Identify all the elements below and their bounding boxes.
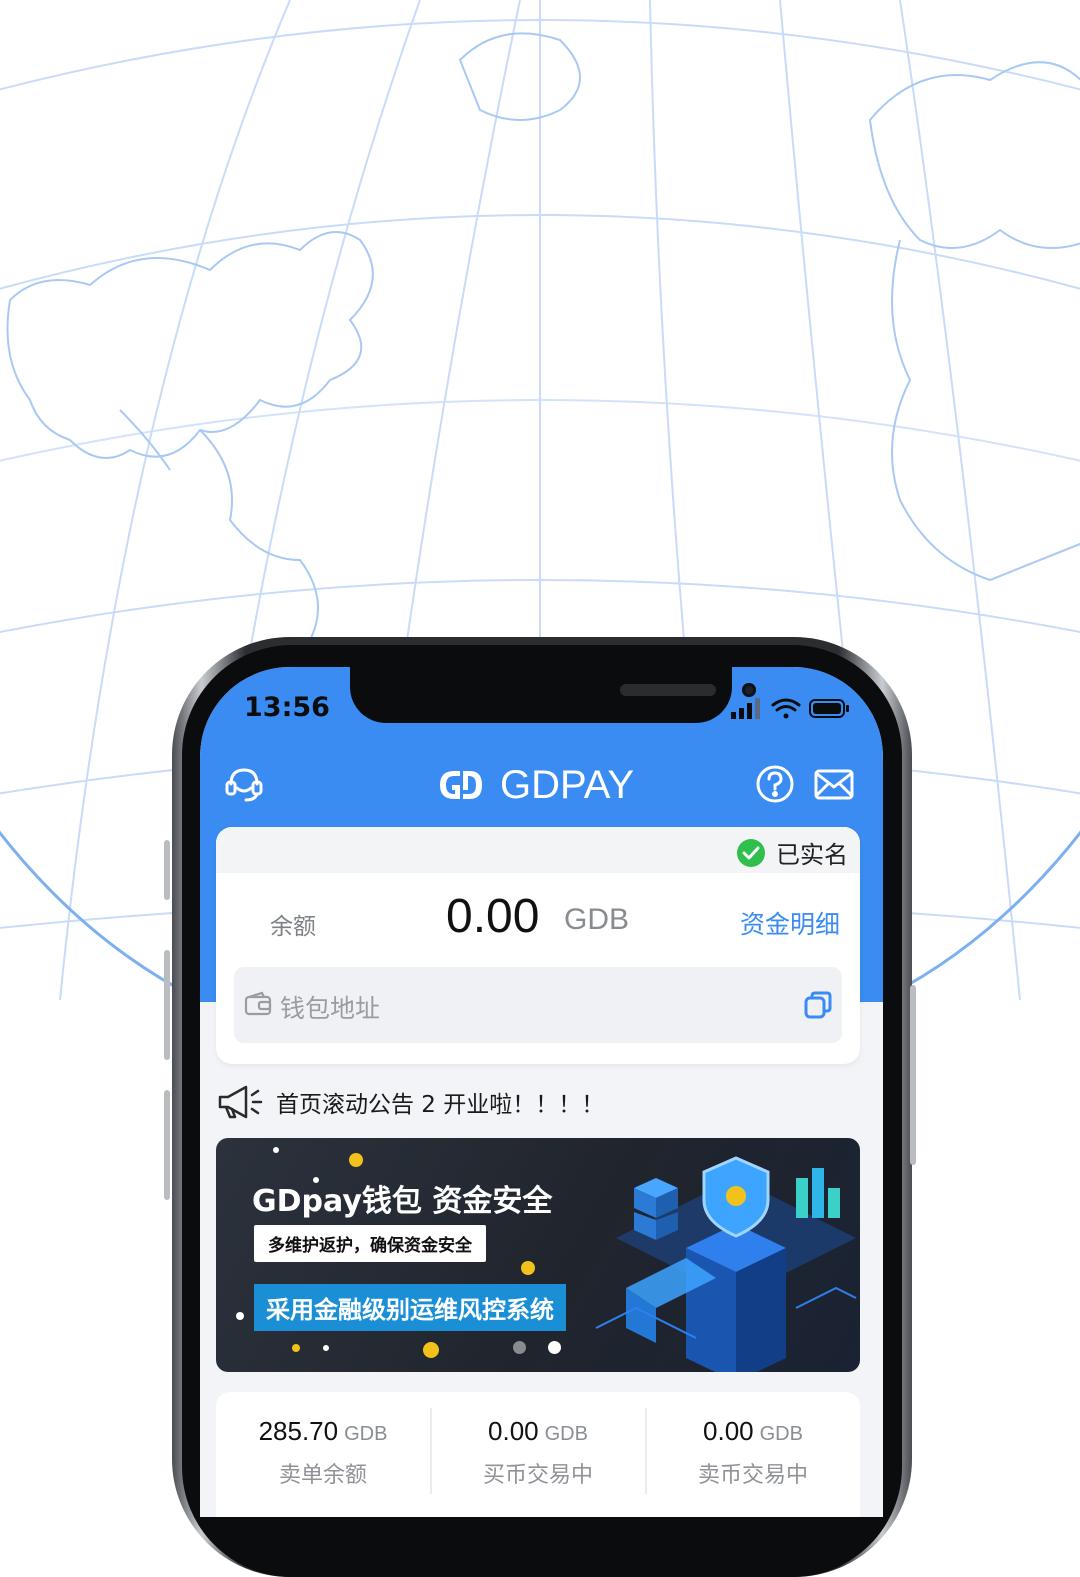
notch	[350, 667, 756, 723]
wallet-address-placeholder: 钱包地址	[280, 994, 381, 1023]
phone-screen: 13:56 GDPAY 已实名 余额 0.00 GDB 资金明细 钱包地址 首页…	[200, 667, 883, 1517]
stat-label: 买币交易中	[482, 1463, 593, 1488]
stat-unit: GDB	[759, 1423, 803, 1445]
stat-unit: GDB	[544, 1423, 588, 1445]
wallet-address-field[interactable]: 钱包地址	[234, 967, 842, 1043]
gdpay-logo-icon	[440, 771, 482, 799]
stat-label: 卖币交易中	[697, 1463, 808, 1488]
speaker	[620, 684, 716, 696]
fund-detail-link[interactable]: 资金明细	[740, 905, 840, 941]
front-camera	[742, 683, 756, 697]
support-icon[interactable]	[222, 762, 266, 806]
stat-value: 0.00	[488, 1416, 539, 1446]
banner-tagline: 采用金融级别运维风控系统	[254, 1284, 566, 1331]
status-icons	[731, 698, 849, 719]
stat-sell-order-balance[interactable]: 285.70 GDB 卖单余额	[216, 1416, 430, 1489]
status-time: 13:56	[244, 692, 330, 723]
carousel-dot-active[interactable]	[548, 1341, 561, 1354]
copy-icon[interactable]	[802, 989, 834, 1021]
wifi-icon	[771, 698, 801, 719]
wallet-icon	[244, 991, 272, 1016]
megaphone-icon	[218, 1085, 263, 1119]
stat-buying-in-progress[interactable]: 0.00 GDB 买币交易中	[431, 1416, 645, 1489]
promo-banner[interactable]: GDpay钱包 资金安全 多维护返护，确保资金安全 采用金融级别运维风控系统	[216, 1138, 860, 1372]
check-circle-icon	[737, 838, 765, 867]
announcement-text: 首页滚动公告 2 开业啦！！！！	[276, 1092, 605, 1118]
phone-mute-switch	[164, 840, 170, 900]
phone-volume-up	[164, 950, 170, 1060]
carousel-dot[interactable]	[513, 1341, 526, 1354]
brand: GDPAY	[436, 762, 634, 808]
balance-label: 余额	[270, 914, 316, 940]
phone-volume-down	[164, 1090, 170, 1200]
stat-value: 0.00	[703, 1416, 754, 1446]
balance-card-header: 已实名	[216, 827, 860, 873]
app-header: GDPAY	[200, 762, 883, 822]
phone-power-button	[910, 985, 916, 1165]
stats-panel: 285.70 GDB 卖单余额 0.00 GDB 买币交易中 0.00 GDB 卖币交…	[216, 1392, 860, 1517]
verified-badge: 已实名	[736, 835, 848, 870]
verified-label: 已实名	[776, 841, 848, 869]
stat-label: 卖单余额	[278, 1463, 367, 1488]
mail-icon[interactable]	[812, 762, 856, 806]
stat-selling-in-progress[interactable]: 0.00 GDB 卖币交易中	[646, 1416, 860, 1489]
balance-unit: GDB	[564, 903, 630, 936]
banner-subtitle: 多维护返护，确保资金安全	[254, 1225, 486, 1262]
signal-icon	[731, 698, 760, 719]
app-title: GDPAY	[500, 762, 635, 807]
help-icon[interactable]	[753, 762, 797, 806]
banner-title: GDpay钱包 资金安全	[252, 1184, 553, 1219]
battery-icon	[809, 699, 849, 718]
balance-card: 已实名 余额 0.00 GDB 资金明细 钱包地址	[216, 827, 860, 1064]
announcement-bar[interactable]: 首页滚动公告 2 开业啦！！！！	[216, 1083, 604, 1121]
carousel-indicator[interactable]	[513, 1341, 561, 1354]
balance-amount: 0.00	[446, 890, 540, 943]
stat-unit: GDB	[344, 1423, 388, 1445]
stat-value: 285.70	[258, 1416, 339, 1446]
